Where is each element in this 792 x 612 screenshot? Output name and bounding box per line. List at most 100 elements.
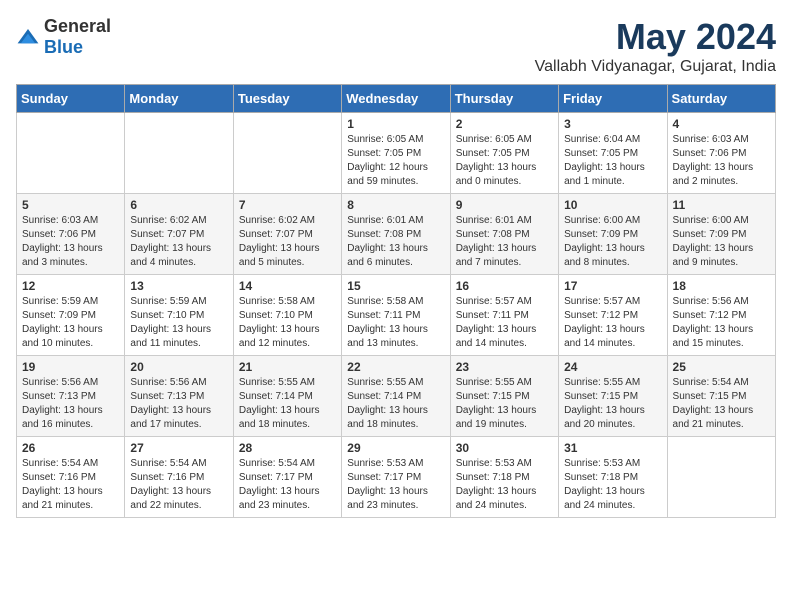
day-number: 16 — [456, 279, 553, 293]
calendar-cell: 29 Sunrise: 5:53 AM Sunset: 7:17 PM Dayli… — [342, 437, 450, 518]
day-number: 4 — [673, 117, 770, 131]
main-title: May 2024 — [535, 16, 776, 58]
day-info: Sunrise: 6:00 AM Sunset: 7:09 PM Dayligh… — [564, 214, 661, 270]
day-info: Sunrise: 6:03 AM Sunset: 7:06 PM Dayligh… — [673, 133, 770, 189]
calendar-cell: 1 Sunrise: 6:05 AM Sunset: 7:05 PM Daylig… — [342, 113, 450, 194]
day-info: Sunrise: 5:59 AM Sunset: 7:09 PM Dayligh… — [22, 295, 119, 351]
day-info: Sunrise: 5:54 AM Sunset: 7:15 PM Dayligh… — [673, 376, 770, 432]
title-area: May 2024 Vallabh Vidyanagar, Gujarat, In… — [535, 16, 776, 76]
calendar-cell: 9 Sunrise: 6:01 AM Sunset: 7:08 PM Daylig… — [450, 194, 558, 275]
day-info: Sunrise: 5:59 AM Sunset: 7:10 PM Dayligh… — [130, 295, 227, 351]
calendar-cell: 5 Sunrise: 6:03 AM Sunset: 7:06 PM Daylig… — [17, 194, 125, 275]
subtitle: Vallabh Vidyanagar, Gujarat, India — [535, 58, 776, 76]
calendar-week-row: 12 Sunrise: 5:59 AM Sunset: 7:09 PM Dayli… — [17, 275, 776, 356]
day-info: Sunrise: 6:01 AM Sunset: 7:08 PM Dayligh… — [347, 214, 444, 270]
calendar-cell: 4 Sunrise: 6:03 AM Sunset: 7:06 PM Daylig… — [667, 113, 775, 194]
calendar-cell: 24Sunrise: 5:55 AM Sunset: 7:15 PM Dayli… — [559, 356, 667, 437]
calendar-cell: 19 Sunrise: 5:56 AM Sunset: 7:13 PM Dayli… — [17, 356, 125, 437]
day-number: 3 — [564, 117, 661, 131]
calendar-cell: 2Sunrise: 6:05 AM Sunset: 7:05 PM Daylig… — [450, 113, 558, 194]
day-info: Sunrise: 5:53 AM Sunset: 7:17 PM Dayligh… — [347, 457, 444, 513]
day-number: 19 — [22, 360, 119, 374]
day-number: 1 — [347, 117, 444, 131]
day-number: 23 — [456, 360, 553, 374]
calendar-header-row: SundayMondayTuesdayWednesdayThursdayFrid… — [17, 85, 776, 113]
day-number: 12 — [22, 279, 119, 293]
day-info: Sunrise: 5:55 AM Sunset: 7:15 PM Dayligh… — [456, 376, 553, 432]
calendar-cell: 21 Sunrise: 5:55 AM Sunset: 7:14 PM Dayli… — [233, 356, 341, 437]
calendar-cell: 14 Sunrise: 5:58 AM Sunset: 7:10 PM Dayli… — [233, 275, 341, 356]
day-number: 10 — [564, 198, 661, 212]
day-info: Sunrise: 5:54 AM Sunset: 7:17 PM Dayligh… — [239, 457, 336, 513]
day-info: Sunrise: 5:54 AM Sunset: 7:16 PM Dayligh… — [130, 457, 227, 513]
day-number: 28 — [239, 441, 336, 455]
day-info: Sunrise: 5:57 AM Sunset: 7:11 PM Dayligh… — [456, 295, 553, 351]
day-header-wednesday: Wednesday — [342, 85, 450, 113]
day-number: 29 — [347, 441, 444, 455]
day-info: Sunrise: 6:00 AM Sunset: 7:09 PM Dayligh… — [673, 214, 770, 270]
day-info: Sunrise: 5:58 AM Sunset: 7:10 PM Dayligh… — [239, 295, 336, 351]
calendar-cell: 20Sunrise: 5:56 AM Sunset: 7:13 PM Dayli… — [125, 356, 233, 437]
day-info: Sunrise: 5:57 AM Sunset: 7:12 PM Dayligh… — [564, 295, 661, 351]
day-number: 2 — [456, 117, 553, 131]
calendar-cell: 13 Sunrise: 5:59 AM Sunset: 7:10 PM Dayli… — [125, 275, 233, 356]
day-info: Sunrise: 6:02 AM Sunset: 7:07 PM Dayligh… — [239, 214, 336, 270]
day-number: 30 — [456, 441, 553, 455]
calendar-cell: 23 Sunrise: 5:55 AM Sunset: 7:15 PM Dayli… — [450, 356, 558, 437]
calendar-cell — [667, 437, 775, 518]
day-header-monday: Monday — [125, 85, 233, 113]
calendar-cell: 7 Sunrise: 6:02 AM Sunset: 7:07 PM Daylig… — [233, 194, 341, 275]
calendar-cell: 22Sunrise: 5:55 AM Sunset: 7:14 PM Dayli… — [342, 356, 450, 437]
day-number: 5 — [22, 198, 119, 212]
day-number: 9 — [456, 198, 553, 212]
day-number: 8 — [347, 198, 444, 212]
calendar-week-row: 5 Sunrise: 6:03 AM Sunset: 7:06 PM Daylig… — [17, 194, 776, 275]
day-number: 21 — [239, 360, 336, 374]
logo: General Blue — [16, 16, 111, 58]
calendar-cell: 3 Sunrise: 6:04 AM Sunset: 7:05 PM Daylig… — [559, 113, 667, 194]
day-number: 25 — [673, 360, 770, 374]
calendar-week-row: 19 Sunrise: 5:56 AM Sunset: 7:13 PM Dayli… — [17, 356, 776, 437]
logo-text-blue: Blue — [44, 37, 83, 57]
logo-icon — [16, 27, 40, 47]
day-number: 20 — [130, 360, 227, 374]
day-info: Sunrise: 6:02 AM Sunset: 7:07 PM Dayligh… — [130, 214, 227, 270]
day-info: Sunrise: 5:55 AM Sunset: 7:14 PM Dayligh… — [239, 376, 336, 432]
day-header-thursday: Thursday — [450, 85, 558, 113]
day-number: 13 — [130, 279, 227, 293]
calendar-cell: 17 Sunrise: 5:57 AM Sunset: 7:12 PM Dayli… — [559, 275, 667, 356]
calendar-cell: 16 Sunrise: 5:57 AM Sunset: 7:11 PM Dayli… — [450, 275, 558, 356]
calendar-cell: 26 Sunrise: 5:54 AM Sunset: 7:16 PM Dayli… — [17, 437, 125, 518]
day-number: 27 — [130, 441, 227, 455]
day-number: 31 — [564, 441, 661, 455]
calendar-cell — [125, 113, 233, 194]
day-info: Sunrise: 5:53 AM Sunset: 7:18 PM Dayligh… — [456, 457, 553, 513]
calendar-cell — [17, 113, 125, 194]
day-info: Sunrise: 5:56 AM Sunset: 7:12 PM Dayligh… — [673, 295, 770, 351]
header: General Blue May 2024 Vallabh Vidyanagar… — [16, 16, 776, 76]
day-number: 18 — [673, 279, 770, 293]
calendar-cell: 27 Sunrise: 5:54 AM Sunset: 7:16 PM Dayli… — [125, 437, 233, 518]
calendar-cell: 10 Sunrise: 6:00 AM Sunset: 7:09 PM Dayli… — [559, 194, 667, 275]
day-info: Sunrise: 5:56 AM Sunset: 7:13 PM Dayligh… — [22, 376, 119, 432]
day-number: 14 — [239, 279, 336, 293]
day-info: Sunrise: 5:58 AM Sunset: 7:11 PM Dayligh… — [347, 295, 444, 351]
day-info: Sunrise: 6:03 AM Sunset: 7:06 PM Dayligh… — [22, 214, 119, 270]
calendar-cell: 30 Sunrise: 5:53 AM Sunset: 7:18 PM Dayli… — [450, 437, 558, 518]
day-info: Sunrise: 6:01 AM Sunset: 7:08 PM Dayligh… — [456, 214, 553, 270]
calendar-cell: 11 Sunrise: 6:00 AM Sunset: 7:09 PM Dayli… — [667, 194, 775, 275]
day-header-saturday: Saturday — [667, 85, 775, 113]
day-header-friday: Friday — [559, 85, 667, 113]
day-info: Sunrise: 6:05 AM Sunset: 7:05 PM Dayligh… — [347, 133, 444, 189]
calendar-cell: 18 Sunrise: 5:56 AM Sunset: 7:12 PM Dayli… — [667, 275, 775, 356]
day-info: Sunrise: 5:54 AM Sunset: 7:16 PM Dayligh… — [22, 457, 119, 513]
day-header-tuesday: Tuesday — [233, 85, 341, 113]
day-info: Sunrise: 6:04 AM Sunset: 7:05 PM Dayligh… — [564, 133, 661, 189]
calendar-cell: 28 Sunrise: 5:54 AM Sunset: 7:17 PM Dayli… — [233, 437, 341, 518]
calendar-cell: 25 Sunrise: 5:54 AM Sunset: 7:15 PM Dayli… — [667, 356, 775, 437]
day-number: 7 — [239, 198, 336, 212]
day-number: 11 — [673, 198, 770, 212]
day-number: 26 — [22, 441, 119, 455]
calendar-week-row: 1 Sunrise: 6:05 AM Sunset: 7:05 PM Daylig… — [17, 113, 776, 194]
day-number: 17 — [564, 279, 661, 293]
